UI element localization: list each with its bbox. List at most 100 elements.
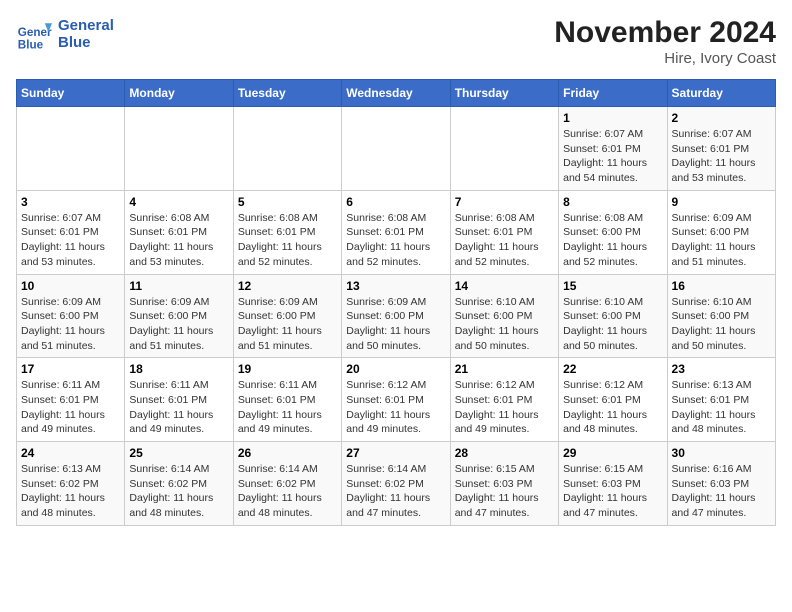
day-number: 29: [563, 446, 662, 460]
calendar-table: SundayMondayTuesdayWednesdayThursdayFrid…: [16, 79, 776, 526]
calendar-cell: [233, 107, 341, 191]
day-number: 14: [455, 279, 554, 293]
day-number: 21: [455, 362, 554, 376]
calendar-cell: 14 Sunrise: 6:10 AM Sunset: 6:00 PM Dayli…: [450, 274, 558, 358]
page-title: November 2024: [554, 16, 776, 50]
weekday-header: Wednesday: [342, 80, 450, 107]
calendar-cell: 5 Sunrise: 6:08 AM Sunset: 6:01 PM Daylig…: [233, 190, 341, 274]
day-info: Sunrise: 6:07 AM Sunset: 6:01 PM Dayligh…: [672, 127, 771, 186]
day-number: 2: [672, 111, 771, 125]
day-info: Sunrise: 6:11 AM Sunset: 6:01 PM Dayligh…: [129, 378, 228, 437]
calendar-cell: 18 Sunrise: 6:11 AM Sunset: 6:01 PM Dayli…: [125, 358, 233, 442]
day-number: 11: [129, 279, 228, 293]
calendar-cell: [17, 107, 125, 191]
day-info: Sunrise: 6:07 AM Sunset: 6:01 PM Dayligh…: [563, 127, 662, 186]
weekday-header: Saturday: [667, 80, 775, 107]
calendar-cell: 6Sunrise: 6:08 AM Sunset: 6:01 PM Daylig…: [342, 190, 450, 274]
calendar-cell: 29 Sunrise: 6:15 AM Sunset: 6:03 PM Dayli…: [559, 442, 667, 526]
day-number: 22: [563, 362, 662, 376]
day-info: Sunrise: 6:14 AM Sunset: 6:02 PM Dayligh…: [129, 462, 228, 521]
day-number: 28: [455, 446, 554, 460]
day-info: Sunrise: 6:12 AM Sunset: 6:01 PM Dayligh…: [346, 378, 445, 437]
title-block: November 2024 Hire, Ivory Coast: [554, 16, 776, 67]
calendar-cell: [125, 107, 233, 191]
day-info: Sunrise: 6:10 AM Sunset: 6:00 PM Dayligh…: [455, 295, 554, 354]
day-number: 24: [21, 446, 120, 460]
calendar-cell: 28 Sunrise: 6:15 AM Sunset: 6:03 PM Dayli…: [450, 442, 558, 526]
calendar-cell: 16 Sunrise: 6:10 AM Sunset: 6:00 PM Dayli…: [667, 274, 775, 358]
calendar-cell: 24 Sunrise: 6:13 AM Sunset: 6:02 PM Dayli…: [17, 442, 125, 526]
calendar-header: SundayMondayTuesdayWednesdayThursdayFrid…: [17, 80, 776, 107]
day-number: 13: [346, 279, 445, 293]
calendar-cell: 22 Sunrise: 6:12 AM Sunset: 6:01 PM Dayli…: [559, 358, 667, 442]
day-number: 6: [346, 195, 445, 209]
weekday-header: Sunday: [17, 80, 125, 107]
page-subtitle: Hire, Ivory Coast: [554, 50, 776, 67]
day-number: 1: [563, 111, 662, 125]
day-number: 7: [455, 195, 554, 209]
day-number: 16: [672, 279, 771, 293]
day-info: Sunrise: 6:09 AM Sunset: 6:00 PM Dayligh…: [21, 295, 120, 354]
day-info: Sunrise: 6:12 AM Sunset: 6:01 PM Dayligh…: [563, 378, 662, 437]
calendar-cell: 13 Sunrise: 6:09 AM Sunset: 6:00 PM Dayli…: [342, 274, 450, 358]
calendar-cell: 19 Sunrise: 6:11 AM Sunset: 6:01 PM Dayli…: [233, 358, 341, 442]
calendar-cell: 17Sunrise: 6:11 AM Sunset: 6:01 PM Dayli…: [17, 358, 125, 442]
day-info: Sunrise: 6:14 AM Sunset: 6:02 PM Dayligh…: [346, 462, 445, 521]
calendar-cell: 4 Sunrise: 6:08 AM Sunset: 6:01 PM Daylig…: [125, 190, 233, 274]
day-info: Sunrise: 6:15 AM Sunset: 6:03 PM Dayligh…: [455, 462, 554, 521]
day-info: Sunrise: 6:13 AM Sunset: 6:02 PM Dayligh…: [21, 462, 120, 521]
day-info: Sunrise: 6:14 AM Sunset: 6:02 PM Dayligh…: [238, 462, 337, 521]
day-info: Sunrise: 6:09 AM Sunset: 6:00 PM Dayligh…: [129, 295, 228, 354]
logo-icon: General Blue: [16, 16, 52, 52]
day-info: Sunrise: 6:08 AM Sunset: 6:01 PM Dayligh…: [455, 211, 554, 270]
day-info: Sunrise: 6:08 AM Sunset: 6:01 PM Dayligh…: [238, 211, 337, 270]
day-info: Sunrise: 6:10 AM Sunset: 6:00 PM Dayligh…: [563, 295, 662, 354]
day-info: Sunrise: 6:12 AM Sunset: 6:01 PM Dayligh…: [455, 378, 554, 437]
day-number: 17: [21, 362, 120, 376]
day-info: Sunrise: 6:13 AM Sunset: 6:01 PM Dayligh…: [672, 378, 771, 437]
weekday-header: Thursday: [450, 80, 558, 107]
calendar-cell: 11 Sunrise: 6:09 AM Sunset: 6:00 PM Dayli…: [125, 274, 233, 358]
calendar-cell: 7 Sunrise: 6:08 AM Sunset: 6:01 PM Daylig…: [450, 190, 558, 274]
calendar-cell: 27Sunrise: 6:14 AM Sunset: 6:02 PM Dayli…: [342, 442, 450, 526]
calendar-cell: 23Sunrise: 6:13 AM Sunset: 6:01 PM Dayli…: [667, 358, 775, 442]
day-number: 3: [21, 195, 120, 209]
weekday-header: Friday: [559, 80, 667, 107]
calendar-cell: 1 Sunrise: 6:07 AM Sunset: 6:01 PM Daylig…: [559, 107, 667, 191]
logo-line1: General: [58, 17, 114, 34]
calendar-cell: 25 Sunrise: 6:14 AM Sunset: 6:02 PM Dayli…: [125, 442, 233, 526]
calendar-cell: 15 Sunrise: 6:10 AM Sunset: 6:00 PM Dayli…: [559, 274, 667, 358]
day-info: Sunrise: 6:10 AM Sunset: 6:00 PM Dayligh…: [672, 295, 771, 354]
day-info: Sunrise: 6:09 AM Sunset: 6:00 PM Dayligh…: [238, 295, 337, 354]
day-number: 19: [238, 362, 337, 376]
day-info: Sunrise: 6:08 AM Sunset: 6:01 PM Dayligh…: [129, 211, 228, 270]
day-number: 4: [129, 195, 228, 209]
day-info: Sunrise: 6:11 AM Sunset: 6:01 PM Dayligh…: [238, 378, 337, 437]
day-number: 30: [672, 446, 771, 460]
page-header: General Blue General Blue November 2024 …: [16, 16, 776, 67]
day-number: 5: [238, 195, 337, 209]
day-number: 26: [238, 446, 337, 460]
calendar-cell: 10 Sunrise: 6:09 AM Sunset: 6:00 PM Dayli…: [17, 274, 125, 358]
weekday-header: Tuesday: [233, 80, 341, 107]
day-number: 18: [129, 362, 228, 376]
day-number: 8: [563, 195, 662, 209]
day-number: 15: [563, 279, 662, 293]
calendar-cell: 3 Sunrise: 6:07 AM Sunset: 6:01 PM Daylig…: [17, 190, 125, 274]
day-number: 20: [346, 362, 445, 376]
svg-text:Blue: Blue: [18, 38, 44, 51]
day-info: Sunrise: 6:07 AM Sunset: 6:01 PM Dayligh…: [21, 211, 120, 270]
weekday-header: Monday: [125, 80, 233, 107]
day-info: Sunrise: 6:16 AM Sunset: 6:03 PM Dayligh…: [672, 462, 771, 521]
day-number: 12: [238, 279, 337, 293]
calendar-cell: 12 Sunrise: 6:09 AM Sunset: 6:00 PM Dayli…: [233, 274, 341, 358]
calendar-cell: [450, 107, 558, 191]
day-info: Sunrise: 6:08 AM Sunset: 6:00 PM Dayligh…: [563, 211, 662, 270]
calendar-cell: [342, 107, 450, 191]
day-info: Sunrise: 6:09 AM Sunset: 6:00 PM Dayligh…: [346, 295, 445, 354]
day-number: 9: [672, 195, 771, 209]
logo-line2: Blue: [58, 34, 114, 51]
day-info: Sunrise: 6:15 AM Sunset: 6:03 PM Dayligh…: [563, 462, 662, 521]
day-number: 25: [129, 446, 228, 460]
day-number: 10: [21, 279, 120, 293]
